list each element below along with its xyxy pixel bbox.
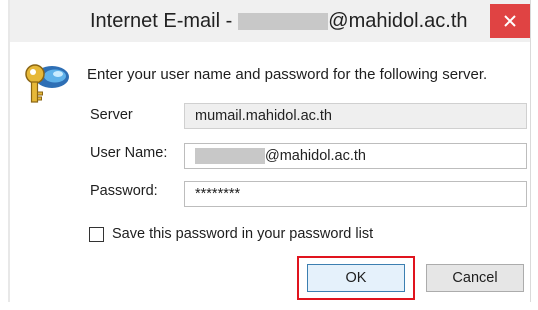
title-bar[interactable]: Internet E-mail - @mahidol.ac.th [10,0,530,42]
user-name-field[interactable]: @mahidol.ac.th [184,143,527,169]
save-password-checkbox[interactable] [89,226,104,242]
save-password-option[interactable]: Save this password in your password list [89,226,373,242]
redacted-username-title [238,13,329,30]
password-label: Password: [90,183,158,199]
window-title: Internet E-mail - @mahidol.ac.th [90,10,468,33]
instructions-text: Enter your user name and password for th… [87,66,488,83]
cancel-button[interactable]: Cancel [426,264,524,292]
save-password-label: Save this password in your password list [112,226,374,242]
redacted-username [195,148,265,164]
user-name-label: User Name: [90,145,168,161]
user-name-value-suffix: @mahidol.ac.th [265,148,366,164]
close-button[interactable] [490,4,530,38]
dialog-frame-right [530,0,531,302]
close-icon [504,15,516,27]
key-icon [25,64,69,103]
window-title-suffix: @mahidol.ac.th [328,10,468,32]
server-label: Server [90,107,133,123]
ok-button[interactable]: OK [307,264,405,292]
server-field: mumail.mahidol.ac.th [184,103,527,129]
window-title-prefix: Internet E-mail - [90,10,233,32]
password-value: ******** [195,186,241,202]
server-value: mumail.mahidol.ac.th [195,108,332,124]
password-field[interactable]: ******** [184,181,527,207]
internet-email-dialog: Internet E-mail - @mahidol.ac.th Enter y… [0,0,538,310]
